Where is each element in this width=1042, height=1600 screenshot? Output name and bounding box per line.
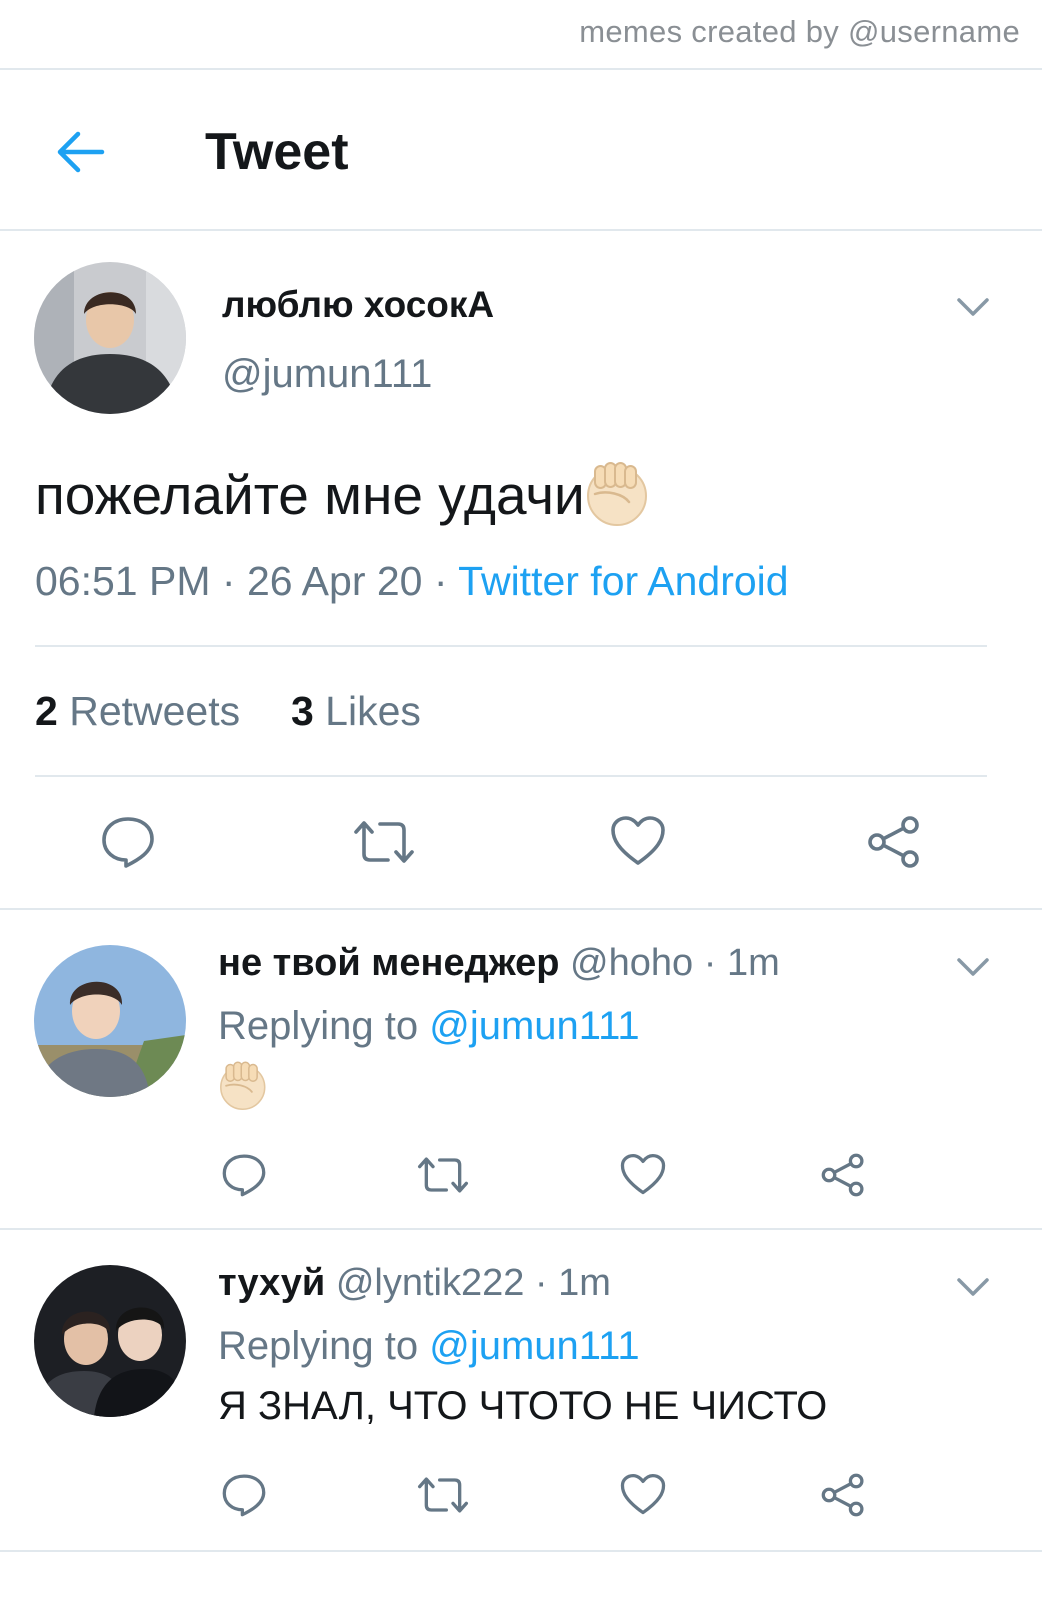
tweet-client-link[interactable]: Twitter for Android (458, 558, 788, 604)
reply-header: не твой менеджер @hoho · 1m (218, 942, 780, 985)
retweet-icon[interactable] (416, 1155, 470, 1200)
back-arrow-icon[interactable] (52, 126, 108, 178)
replying-to-prefix: Replying to (218, 1004, 419, 1048)
reply-author-name[interactable]: тухуй (218, 1262, 325, 1304)
author-avatar[interactable] (34, 262, 186, 414)
stats-top-divider (35, 645, 987, 647)
replying-to: Replying to @jumun111 (218, 1004, 640, 1049)
reply-author-name[interactable]: не твой менеджер (218, 942, 559, 984)
reply-author-handle[interactable]: @hoho (570, 942, 693, 984)
chevron-down-icon[interactable] (956, 956, 990, 978)
reply-divider (0, 1228, 1042, 1230)
share-icon[interactable] (820, 1152, 866, 1203)
meta-separator: · (693, 942, 727, 984)
replying-to: Replying to @jumun111 (218, 1324, 640, 1369)
author-name[interactable]: люблю хосокА (222, 284, 494, 326)
chevron-down-icon[interactable] (956, 296, 990, 318)
chevron-down-icon[interactable] (956, 1276, 990, 1298)
reply-author-handle[interactable]: @lyntik222 (336, 1262, 525, 1304)
main-tweet-divider (0, 908, 1042, 910)
raised-fist-emoji (218, 1060, 266, 1110)
like-heart-icon[interactable] (620, 1153, 666, 1201)
like-heart-icon[interactable] (620, 1473, 666, 1521)
top-divider (0, 68, 1042, 70)
retweets-count: 2 (35, 688, 58, 734)
retweets-stat[interactable]: 2 Retweets (35, 688, 240, 734)
reply-icon[interactable] (221, 1152, 267, 1203)
replying-to-handle[interactable]: @jumun111 (429, 1004, 639, 1048)
meta-separator: · (524, 1262, 559, 1304)
share-icon[interactable] (866, 814, 922, 875)
header-divider (0, 229, 1042, 231)
reply-text (218, 1060, 266, 1115)
share-icon[interactable] (820, 1472, 866, 1523)
tweet-stats: 2 Retweets 3 Likes (35, 688, 421, 735)
likes-count: 3 (290, 688, 314, 734)
reply-header: тухуй @lyntik222 · 1m (218, 1262, 611, 1305)
bottom-divider (0, 1550, 1042, 1552)
replying-to-handle[interactable]: @jumun111 (429, 1324, 639, 1368)
reply-age: 1m (558, 1262, 611, 1304)
page-title: Tweet (205, 123, 349, 181)
tweet-time: 06:51 PM (35, 558, 211, 604)
tweet-text: пожелайте мне удачи (35, 460, 647, 527)
reply-age: 1m (726, 942, 780, 984)
retweet-icon[interactable] (352, 818, 416, 871)
meta-separator: · (210, 558, 247, 604)
meta-separator: · (422, 558, 459, 604)
likes-stat[interactable]: 3 Likes (291, 688, 421, 734)
reply-avatar[interactable] (34, 945, 186, 1097)
memes-credit: memes created by @username (579, 14, 1020, 49)
tweet-date: 26 Apr 20 (246, 558, 423, 604)
retweets-label: Retweets (69, 688, 241, 734)
tweet-meta: 06:51 PM · 26 Apr 20 · Twitter for Andro… (35, 558, 789, 605)
author-handle[interactable]: @jumun111 (222, 352, 432, 397)
retweet-icon[interactable] (416, 1475, 470, 1520)
like-heart-icon[interactable] (610, 815, 666, 872)
reply-icon[interactable] (100, 814, 156, 875)
stats-bottom-divider (35, 775, 987, 777)
reply-icon[interactable] (221, 1472, 267, 1523)
tweet-body: пожелайте мне удачи (35, 464, 585, 526)
replying-to-prefix: Replying to (218, 1324, 419, 1368)
raised-fist-emoji (585, 460, 647, 526)
reply-text: Я ЗНАЛ, ЧТО ЧТОТО НЕ ЧИСТО (218, 1384, 828, 1428)
likes-label: Likes (325, 688, 421, 734)
reply-avatar[interactable] (34, 1265, 186, 1417)
